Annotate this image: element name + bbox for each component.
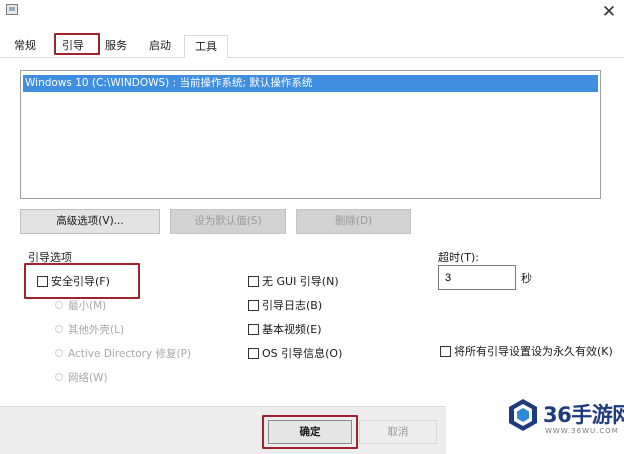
- close-icon[interactable]: ✕: [598, 1, 620, 23]
- watermark-title: 36手游网: [543, 403, 624, 427]
- advanced-options-button[interactable]: 高级选项(V)...: [20, 209, 160, 234]
- radio-icon: [55, 301, 63, 309]
- checkbox-icon: [248, 299, 259, 311]
- timeout-unit: 秒: [521, 272, 532, 285]
- tab-services[interactable]: 服务: [97, 37, 135, 57]
- os-boot-info-label: OS 引导信息(O): [262, 347, 343, 360]
- no-gui-boot-checkbox[interactable]: 无 GUI 引导(N): [248, 273, 339, 291]
- cancel-button[interactable]: 取消: [359, 420, 437, 444]
- active-directory-radio[interactable]: Active Directory 修复(P): [55, 345, 191, 363]
- delete-button[interactable]: 删除(D): [296, 209, 411, 234]
- safe-boot-checkbox[interactable]: 安全引导(F): [37, 273, 110, 291]
- set-default-button[interactable]: 设为默认值(S): [170, 209, 286, 234]
- tab-tools[interactable]: 工具: [184, 35, 228, 58]
- network-label: 网络(W): [68, 372, 108, 384]
- os-list-item[interactable]: Windows 10 (C:\WINDOWS) : 当前操作系统; 默认操作系统: [23, 75, 598, 92]
- no-gui-boot-label: 无 GUI 引导(N): [262, 275, 339, 288]
- checkbox-icon: [248, 347, 259, 359]
- radio-icon: [55, 325, 63, 333]
- tab-strip-divider: [0, 57, 624, 58]
- alternate-shell-radio[interactable]: 其他外壳(L): [55, 321, 124, 339]
- timeout-label: 超时(T):: [438, 251, 480, 264]
- tab-boot-highlight: [54, 33, 100, 55]
- ok-button[interactable]: 确定: [268, 420, 352, 444]
- minimal-label: 最小(M): [68, 300, 107, 312]
- os-boot-info-checkbox[interactable]: OS 引导信息(O): [248, 345, 342, 363]
- base-video-label: 基本视频(E): [262, 323, 322, 336]
- radio-icon: [55, 349, 63, 357]
- minimal-radio[interactable]: 最小(M): [55, 297, 106, 315]
- make-permanent-checkbox[interactable]: 将所有引导设置设为永久有效(K): [440, 344, 620, 378]
- base-video-checkbox[interactable]: 基本视频(E): [248, 321, 322, 339]
- app-icon: [6, 4, 18, 15]
- radio-icon: [55, 373, 63, 381]
- tab-startup[interactable]: 启动: [141, 37, 179, 57]
- active-directory-label: Active Directory 修复(P): [68, 348, 192, 360]
- network-radio[interactable]: 网络(W): [55, 369, 108, 387]
- make-permanent-label: 将所有引导设置设为永久有效(K): [454, 345, 613, 358]
- boot-log-checkbox[interactable]: 引导日志(B): [248, 297, 322, 315]
- checkbox-icon: [248, 275, 259, 287]
- tab-general[interactable]: 常规: [6, 37, 44, 57]
- safe-boot-label: 安全引导(F): [51, 275, 110, 288]
- checkbox-icon: [248, 323, 259, 335]
- checkbox-icon: [37, 275, 48, 287]
- os-list[interactable]: Windows 10 (C:\WINDOWS) : 当前操作系统; 默认操作系统: [20, 70, 601, 199]
- watermark-logo-icon: [509, 399, 537, 431]
- checkbox-icon: [440, 345, 451, 357]
- watermark-url: WWW.36WU.COM: [545, 427, 619, 435]
- timeout-input[interactable]: [438, 265, 516, 290]
- boot-log-label: 引导日志(B): [262, 299, 323, 312]
- alternate-shell-label: 其他外壳(L): [68, 324, 125, 336]
